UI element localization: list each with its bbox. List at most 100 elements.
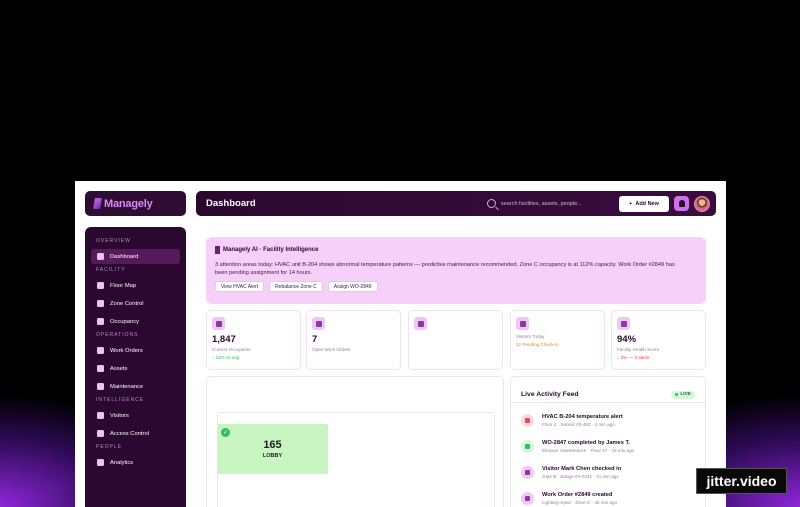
clipboard-icon (97, 347, 104, 354)
feed-item[interactable]: Visitor Mark Chen checked in Gate B · Ba… (511, 459, 705, 485)
clipboard-icon (312, 317, 325, 330)
stat-value: 7 (312, 334, 318, 345)
zone-name: LOBBY (262, 453, 283, 459)
notification-button[interactable] (674, 196, 689, 211)
feed-item-title: Work Order #2849 created (542, 491, 613, 498)
map-icon (97, 282, 104, 289)
building-icon (617, 317, 630, 330)
stat-value: 1,847 (212, 334, 236, 345)
feed-item-title: WO-2847 completed by James T. (542, 439, 630, 446)
add-new-button[interactable]: + Add New (619, 195, 669, 212)
search-icon (487, 199, 496, 208)
stat-value: 94% (617, 334, 637, 345)
zone-occupancy-value: 165 (263, 439, 282, 451)
stat-card-work-orders[interactable]: 7 Open Work Orders (306, 310, 401, 370)
sidebar-item-work-orders[interactable]: Work Orders (91, 343, 180, 358)
ai-insight-banner: Managely AI · Facility Intelligence 3 at… (206, 237, 706, 304)
search-bar[interactable]: search facilities, assets, people... (487, 199, 611, 208)
sidebar-item-label: Maintenance (110, 383, 144, 390)
person-icon (521, 465, 534, 479)
sidebar-item-label: Dashboard (110, 253, 139, 260)
sidebar-item-label: Access Control (110, 430, 149, 437)
sidebar-item-maintenance[interactable]: Maintenance (91, 379, 180, 394)
gear-icon (97, 300, 104, 307)
stat-label: Facility Health Score (617, 347, 660, 352)
stat-label: Open Work Orders (312, 347, 351, 352)
stat-card-health[interactable]: 94% Facility Health Score ↓ 3% — 3 alert… (611, 310, 706, 370)
feed-title: Live Activity Feed (521, 391, 579, 398)
stat-note: ↓ 3% — 3 alerts (617, 355, 650, 360)
sidebar-item-label: Assets (110, 365, 128, 372)
ai-logo-icon (215, 246, 220, 254)
sidebar-item-zone-control[interactable]: Zone Control (91, 296, 180, 311)
grid-icon (97, 253, 104, 260)
stat-card-occupants[interactable]: 1,847 Current Occupants ↑ 12% vs avg (206, 310, 301, 370)
chart-icon (97, 459, 104, 466)
watermark-badge: jitter.video (696, 468, 787, 494)
sidebar: OVERVIEW Dashboard FACILITY Floor Map Zo… (85, 227, 186, 507)
alert-icon (521, 413, 534, 427)
ai-banner-text: 3 attention areas today: HVAC unit B-204… (215, 262, 675, 277)
sidebar-item-access-control[interactable]: Access Control (91, 426, 180, 441)
sidebar-item-label: Work Orders (110, 347, 143, 354)
rebalance-zone-button[interactable]: Rebalance Zone C (269, 281, 323, 293)
app-window: Managely Dashboard search facilities, as… (75, 181, 726, 507)
monitor-icon (97, 318, 104, 325)
sidebar-item-label: Occupancy (110, 318, 139, 325)
stat-label: Current Occupants (212, 347, 251, 352)
feed-item[interactable]: HVAC B-204 temperature alert Floor 2 · S… (511, 407, 705, 433)
sidebar-section-facility: FACILITY (96, 267, 126, 273)
logo-mark-icon (93, 198, 102, 209)
sidebar-item-label: Floor Map (110, 282, 137, 289)
check-icon (521, 439, 534, 453)
avatar[interactable] (694, 195, 710, 212)
people-icon (212, 317, 225, 330)
sidebar-item-label: Visitors (110, 412, 129, 419)
live-badge-label: LIVE (680, 392, 691, 397)
sidebar-item-assets[interactable]: Assets (91, 361, 180, 376)
search-input[interactable]: search facilities, assets, people... (501, 201, 611, 207)
stat-label: Visitors Today (516, 334, 545, 339)
plus-icon: + (629, 200, 633, 207)
sidebar-section-overview: OVERVIEW (96, 238, 131, 244)
wrench-icon (97, 383, 104, 390)
page-title: Dashboard (206, 198, 256, 209)
feed-item-sub: Floor 2 · Sensor #3-482 · 2 min ago (542, 421, 615, 427)
assign-work-order-button[interactable]: Assign WO-2849 (327, 281, 378, 293)
feed-item[interactable]: Work Order #2849 created Lighting repair… (511, 485, 705, 507)
feed-item-title: Visitor Mark Chen checked in (542, 465, 622, 472)
brand-logo[interactable]: Managely (85, 191, 186, 216)
top-header: Dashboard search facilities, assets, peo… (196, 191, 716, 216)
feed-item-sub: Lighting repair · Zone C · 45 min ago (542, 499, 618, 505)
sidebar-item-analytics[interactable]: Analytics (91, 455, 180, 470)
add-new-label: Add New (635, 200, 659, 207)
bell-icon (678, 200, 685, 207)
sidebar-item-label: Analytics (110, 459, 134, 466)
feed-item-sub: Elevator maintenance · Floor 17 · 18 min… (542, 447, 635, 453)
live-dot-icon (675, 393, 679, 396)
brand-name: Managely (104, 197, 153, 210)
sidebar-item-visitors[interactable]: Visitors (91, 408, 180, 423)
floor-map-panel: ✓ 165 LOBBY (206, 376, 504, 507)
sidebar-section-operations: OPERATIONS (96, 332, 139, 338)
eye-icon (516, 317, 529, 330)
lock-icon (97, 430, 104, 437)
ai-banner-title: Managely AI · Facility Intelligence (223, 247, 319, 253)
view-hvac-alert-button[interactable]: View HVAC Alert (215, 281, 265, 293)
sidebar-item-floor-map[interactable]: Floor Map (91, 278, 180, 293)
live-badge: LIVE (671, 390, 695, 399)
stat-note: ↑ 12% vs avg (212, 355, 240, 360)
box-icon (97, 365, 104, 372)
sidebar-item-occupancy[interactable]: Occupancy (91, 314, 180, 329)
stat-card-assets[interactable] (408, 310, 503, 370)
feed-item-title: HVAC B-204 temperature alert (542, 413, 623, 420)
sidebar-section-people: PEOPLE (96, 444, 123, 450)
feed-item[interactable]: WO-2847 completed by James T. Elevator m… (511, 433, 705, 459)
check-icon: ✓ (221, 428, 230, 437)
activity-feed-panel: Live Activity Feed LIVE HVAC B-204 tempe… (510, 376, 706, 507)
zone-lobby[interactable]: ✓ 165 LOBBY (217, 424, 328, 474)
sidebar-section-intelligence: INTELLIGENCE (96, 397, 145, 403)
sidebar-item-dashboard[interactable]: Dashboard (91, 249, 180, 264)
sidebar-item-label: Zone Control (110, 300, 144, 307)
stat-card-visitors[interactable]: Visitors Today 12 Pending Check-in (510, 310, 605, 370)
